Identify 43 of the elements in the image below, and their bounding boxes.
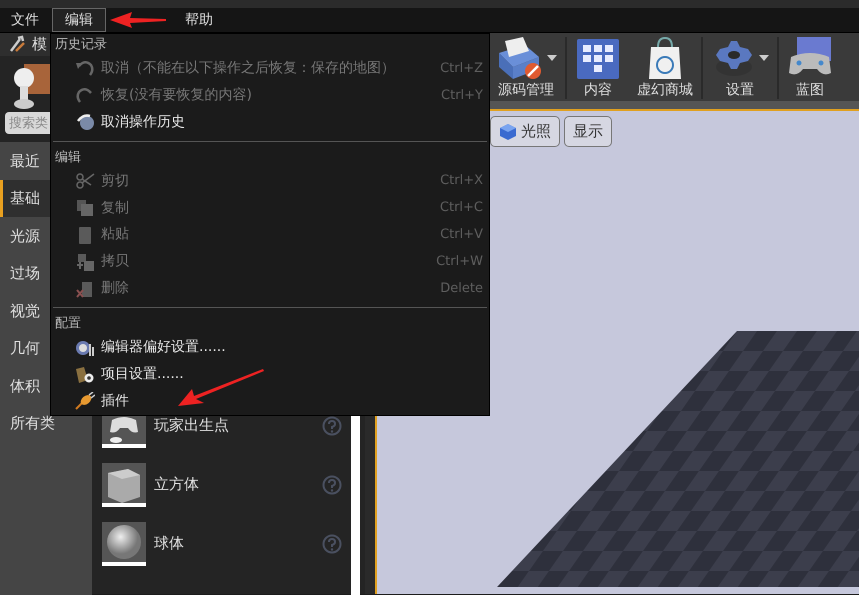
toolbar-label: 虚幻商城 (637, 81, 693, 99)
menu-section-header: 配置 (54, 315, 82, 334)
menu-item[interactable]: 项目设置...... (51, 361, 489, 388)
viewport-button[interactable]: 显示 (564, 116, 612, 147)
menu-item[interactable]: 帮助 (176, 8, 222, 32)
toolbar-button[interactable]: 蓝图 (779, 35, 841, 101)
menu-item[interactable]: 编辑器偏好设置...... (51, 334, 489, 362)
duplicate-icon (75, 252, 95, 271)
redo-icon (75, 86, 95, 104)
menu-item[interactable]: 文件 (2, 8, 48, 32)
toolbar-button[interactable]: 源码管理 (487, 35, 565, 101)
scissors-icon (75, 172, 95, 190)
toolbar-button[interactable]: 设置 (703, 35, 777, 101)
globe-tools-icon (75, 338, 95, 357)
toolbar-label: 设置 (726, 81, 754, 99)
trash-icon (75, 280, 95, 298)
toolbar-label: 源码管理 (498, 81, 554, 99)
menu-section-header: 历史记录 (54, 36, 108, 54)
plug-icon (75, 392, 95, 410)
undo-icon (75, 59, 95, 78)
annotation-arrow (110, 12, 166, 28)
help-icon[interactable] (322, 416, 342, 436)
menu-section-header: 编辑 (54, 148, 82, 167)
viewport-button[interactable]: 光照 (490, 116, 560, 147)
toolbar-label: 内容 (584, 81, 612, 99)
history-icon (75, 113, 95, 132)
toolbar-button[interactable]: 虚幻商城 (629, 35, 701, 101)
toolbar-button[interactable]: 内容 (567, 35, 629, 101)
item-label[interactable]: 玩家出生点 (154, 414, 314, 437)
caret-icon[interactable] (547, 55, 557, 61)
toolbar-label: 蓝图 (796, 81, 824, 99)
item-label[interactable]: 球体 (154, 532, 314, 555)
copy-icon (75, 199, 95, 218)
menu-item[interactable]: 编辑 (52, 8, 106, 32)
folder-gear-icon (75, 366, 95, 384)
sphere-thumbnail-icon (102, 522, 146, 566)
menu-item[interactable]: 插件 (51, 388, 489, 415)
item-label[interactable]: 立方体 (154, 473, 314, 496)
cube-thumbnail-icon (102, 462, 146, 506)
modes-tab[interactable]: 模 (32, 33, 47, 56)
wrench-icon (8, 35, 28, 54)
caret-icon[interactable] (759, 55, 769, 61)
cube-icon (499, 122, 517, 140)
